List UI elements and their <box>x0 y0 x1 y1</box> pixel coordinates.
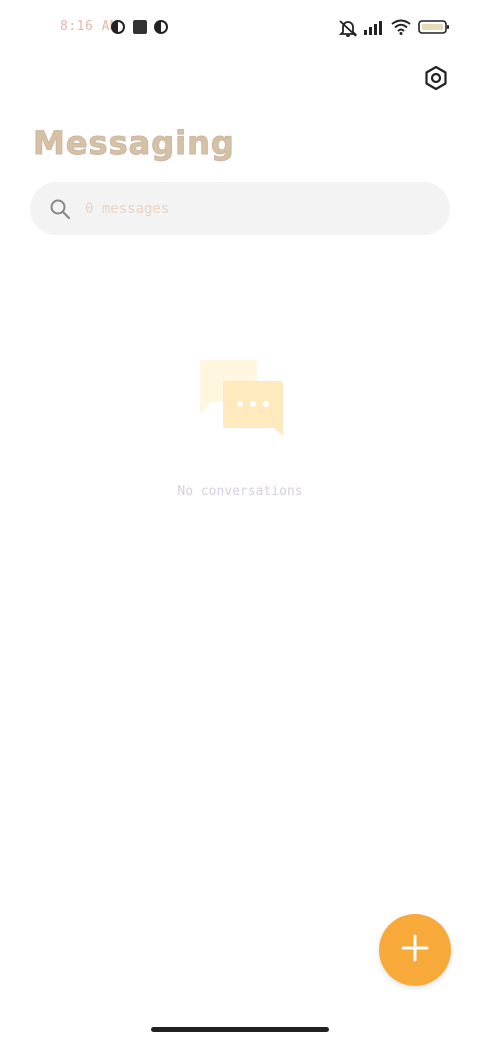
chat-bubbles-icon <box>196 358 288 440</box>
empty-state-text: No conversations <box>177 484 303 499</box>
app-circle-icon <box>153 19 169 39</box>
plus-icon <box>401 934 429 966</box>
gear-icon <box>423 65 449 95</box>
wifi-icon <box>391 19 411 39</box>
search-bar[interactable] <box>30 182 450 235</box>
signal-icon <box>364 19 386 39</box>
home-indicator[interactable] <box>151 1027 329 1032</box>
status-bar: 8:16 AM <box>0 0 480 56</box>
app-square-icon <box>132 19 148 39</box>
battery-icon <box>418 19 450 39</box>
settings-button[interactable] <box>420 64 452 96</box>
silent-bell-icon <box>338 19 358 41</box>
page-title: Messaging <box>33 124 235 163</box>
new-conversation-button[interactable] <box>379 914 451 986</box>
app-circle-icon <box>110 19 126 39</box>
search-input[interactable] <box>83 199 387 218</box>
search-icon <box>49 198 71 220</box>
